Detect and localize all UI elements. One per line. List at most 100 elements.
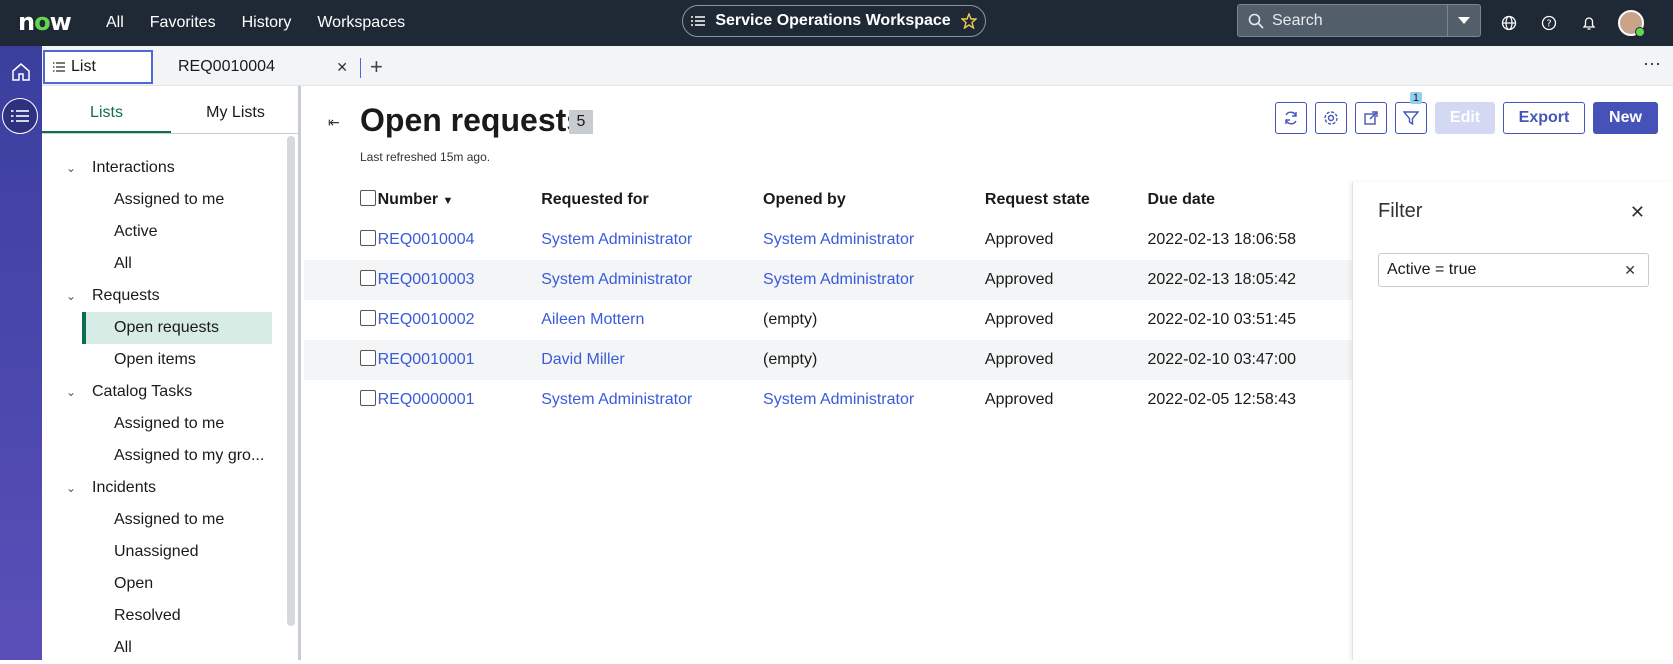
- request-number-link[interactable]: REQ0010004: [378, 220, 542, 260]
- refresh-button[interactable]: [1275, 102, 1307, 134]
- tab-my-lists[interactable]: My Lists: [171, 104, 300, 133]
- list-item[interactable]: Assigned to me: [42, 184, 282, 216]
- filter-title: Filter: [1378, 200, 1423, 222]
- column-requested-for[interactable]: Requested for: [541, 180, 763, 220]
- list-item[interactable]: Resolved: [42, 600, 282, 632]
- globe-icon[interactable]: [1498, 12, 1520, 34]
- list-icon: [53, 62, 65, 72]
- request-number-link[interactable]: REQ0010003: [377, 260, 542, 300]
- opened-by-link[interactable]: System Administrator: [763, 220, 985, 260]
- nav-all[interactable]: All: [106, 14, 124, 32]
- gear-icon: [1324, 111, 1338, 125]
- opened-by-cell: (empty): [763, 340, 985, 380]
- bell-icon[interactable]: [1578, 12, 1600, 34]
- list-item[interactable]: Open items: [42, 344, 282, 376]
- select-all-cell: [304, 180, 378, 220]
- workspace-selector[interactable]: Service Operations Workspace: [682, 5, 986, 37]
- request-state-cell: Approved: [984, 260, 1148, 300]
- more-icon[interactable]: ⋯: [1643, 54, 1661, 75]
- due-date-cell: 2022-02-10 03:47:00: [1147, 340, 1352, 380]
- table-row: REQ0010004 System Administrator System A…: [304, 220, 1352, 260]
- requested-for-link[interactable]: System Administrator: [541, 380, 763, 420]
- table-row: REQ0010002 Aileen Mottern (empty) Approv…: [304, 300, 1352, 340]
- main-nav: All Favorites History Workspaces: [106, 0, 431, 46]
- list-item[interactable]: Open: [42, 568, 282, 600]
- list-item[interactable]: Unassigned: [42, 536, 282, 568]
- search-input[interactable]: Search: [1272, 12, 1447, 30]
- list-item[interactable]: Active: [42, 216, 282, 248]
- nav-history[interactable]: History: [242, 14, 292, 32]
- filter-icon: [1403, 111, 1419, 126]
- top-icons: ?: [1498, 10, 1645, 37]
- row-checkbox[interactable]: [360, 309, 376, 326]
- opened-by-link[interactable]: System Administrator: [763, 380, 985, 420]
- help-icon[interactable]: ?: [1538, 12, 1560, 34]
- search-scope-dropdown[interactable]: [1447, 5, 1480, 36]
- nav-workspaces[interactable]: Workspaces: [317, 14, 405, 32]
- search-icon: [1248, 13, 1264, 29]
- column-due-date[interactable]: Due date: [1147, 180, 1352, 220]
- request-number-link[interactable]: REQ0000001: [378, 380, 542, 420]
- request-number-link[interactable]: REQ0010001: [377, 340, 542, 380]
- request-state-cell: Approved: [984, 340, 1148, 380]
- close-icon[interactable]: ✕: [1630, 202, 1645, 223]
- last-refreshed: Last refreshed 15m ago.: [360, 150, 491, 164]
- list-item-selected[interactable]: Open requests: [82, 312, 272, 344]
- list-item[interactable]: Assigned to me: [42, 408, 282, 440]
- requested-for-link[interactable]: System Administrator: [541, 220, 763, 260]
- tab-lists[interactable]: Lists: [42, 104, 171, 133]
- side-subtabs: Lists My Lists: [42, 104, 300, 134]
- share-button[interactable]: [1355, 102, 1387, 134]
- opened-by-cell: (empty): [763, 311, 818, 328]
- column-number[interactable]: Number ▼: [378, 180, 542, 220]
- list-item[interactable]: All: [42, 248, 282, 280]
- new-button[interactable]: New: [1593, 102, 1658, 134]
- export-button[interactable]: Export: [1503, 102, 1585, 134]
- edit-button[interactable]: Edit: [1435, 102, 1495, 134]
- settings-button[interactable]: [1315, 102, 1347, 134]
- add-tab-icon[interactable]: +: [370, 54, 383, 80]
- list-item[interactable]: All: [42, 632, 282, 664]
- nav-favorites[interactable]: Favorites: [150, 14, 216, 32]
- global-search[interactable]: Search: [1237, 4, 1481, 37]
- requested-for-link[interactable]: System Administrator: [541, 260, 764, 300]
- side-scrollbar[interactable]: [287, 136, 295, 626]
- row-select-cell: [304, 260, 378, 300]
- chevron-down-icon: ⌄: [66, 385, 77, 399]
- lists-icon[interactable]: [2, 98, 38, 134]
- requested-for-link[interactable]: Aileen Mottern: [541, 300, 763, 340]
- avatar[interactable]: [1618, 10, 1645, 37]
- group-incidents[interactable]: ⌄ Incidents: [42, 472, 282, 504]
- collapse-panel-icon[interactable]: ⇤: [328, 114, 340, 131]
- opened-by-link[interactable]: System Administrator: [763, 260, 985, 300]
- filter-button[interactable]: 1: [1395, 92, 1427, 134]
- tab-record[interactable]: REQ0010004 ✕: [168, 50, 358, 84]
- row-checkbox[interactable]: [360, 389, 376, 406]
- row-checkbox[interactable]: [360, 349, 376, 366]
- remove-filter-icon[interactable]: ✕: [1624, 262, 1636, 279]
- chevron-down-icon: ⌄: [66, 161, 77, 175]
- close-icon[interactable]: ✕: [336, 59, 348, 76]
- tab-list[interactable]: List: [43, 50, 153, 84]
- request-state-cell: Approved: [984, 231, 1054, 248]
- column-request-state[interactable]: Request state: [985, 180, 1148, 220]
- group-interactions[interactable]: ⌄ Interactions: [42, 152, 282, 184]
- requested-for-link[interactable]: David Miller: [541, 340, 764, 380]
- row-checkbox[interactable]: [360, 269, 376, 286]
- select-all-checkbox[interactable]: [360, 189, 376, 206]
- record-count-badge: 5: [569, 110, 593, 134]
- list-item[interactable]: Assigned to my gro...: [42, 440, 282, 472]
- group-catalog-tasks[interactable]: ⌄ Catalog Tasks: [42, 376, 282, 408]
- home-icon[interactable]: [7, 58, 35, 86]
- row-select-cell: [304, 300, 378, 340]
- request-number-link[interactable]: REQ0010002: [378, 300, 542, 340]
- list-item[interactable]: Assigned to me: [42, 504, 282, 536]
- group-requests[interactable]: ⌄ Requests: [42, 280, 282, 312]
- star-icon[interactable]: [960, 13, 977, 29]
- row-checkbox[interactable]: [360, 229, 376, 246]
- tab-list-label: List: [71, 58, 96, 75]
- column-opened-by[interactable]: Opened by: [763, 180, 985, 220]
- filter-condition-chip[interactable]: Active = true ✕: [1378, 253, 1649, 287]
- servicenow-logo[interactable]: now: [18, 8, 72, 36]
- group-label: Catalog Tasks: [92, 383, 193, 400]
